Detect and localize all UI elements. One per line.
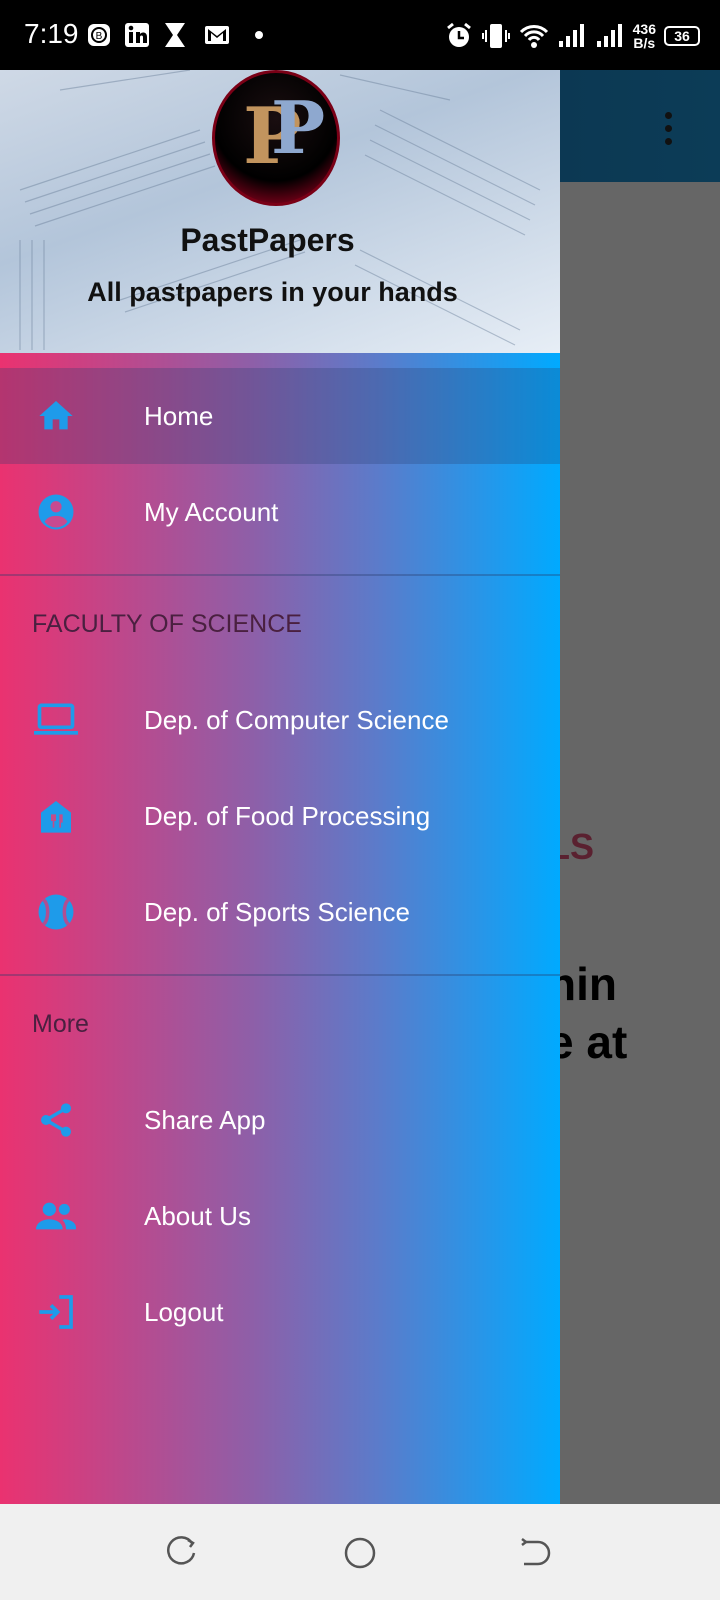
- menu-item-share-app[interactable]: Share App: [0, 1072, 560, 1168]
- menu-item-about-us[interactable]: About Us: [0, 1168, 560, 1264]
- laptop-icon: [34, 698, 78, 742]
- home-button[interactable]: [343, 1536, 377, 1570]
- home-icon: [34, 394, 78, 438]
- drawer-menu: Home My Account FACULTY OF SCIENCE Dep. …: [0, 353, 560, 1360]
- menu-item-label: Home: [144, 400, 214, 431]
- hourglass-icon: [165, 23, 185, 47]
- menu-item-food-processing[interactable]: Dep. of Food Processing: [0, 768, 560, 864]
- system-navigation-bar: [0, 1504, 720, 1600]
- menu-item-sports-science[interactable]: Dep. of Sports Science: [0, 864, 560, 960]
- drawer-header: PP PastPapers All pastpapers in your han…: [0, 70, 560, 353]
- signal-2-icon: [596, 24, 622, 47]
- menu-item-label: Share App: [144, 1104, 266, 1135]
- signal-1-icon: [558, 24, 584, 47]
- share-icon: [34, 1098, 78, 1142]
- gmail-icon: [205, 26, 229, 44]
- menu-item-label: Logout: [144, 1296, 224, 1327]
- people-icon: [34, 1194, 78, 1238]
- menu-item-label: Dep. of Computer Science: [144, 704, 449, 735]
- menu-item-my-account[interactable]: My Account: [0, 464, 560, 560]
- app-logo: PP: [212, 70, 340, 206]
- network-speed-value: 436: [632, 21, 656, 37]
- notification-b-icon: B: [88, 24, 110, 46]
- network-speed-unit: B/s: [633, 35, 656, 51]
- linkedin-icon: [125, 23, 149, 47]
- overflow-menu-icon[interactable]: [665, 112, 673, 148]
- svg-text:B: B: [96, 31, 103, 42]
- menu-item-computer-science[interactable]: Dep. of Computer Science: [0, 672, 560, 768]
- alarm-icon: [446, 22, 471, 47]
- section-header-more: More: [32, 1009, 89, 1038]
- battery-indicator: 36: [664, 26, 700, 46]
- back-button[interactable]: [518, 1536, 552, 1570]
- recents-button[interactable]: [166, 1536, 200, 1570]
- status-time: 7:19: [24, 18, 79, 49]
- menu-item-logout[interactable]: Logout: [0, 1264, 560, 1360]
- menu-item-label: Dep. of Food Processing: [144, 800, 431, 831]
- restaurant-building-icon: [34, 794, 78, 838]
- dot-icon: [255, 31, 263, 39]
- section-header-faculty-of-science: FACULTY OF SCIENCE: [32, 609, 302, 638]
- vibrate-icon: [481, 24, 510, 48]
- status-bar: 7:19 B 436 B/s 36: [0, 0, 720, 70]
- account-circle-icon: [34, 490, 78, 534]
- app-subtitle: All pastpapers in your hands: [87, 277, 458, 307]
- menu-item-label: Dep. of Sports Science: [144, 896, 410, 927]
- login-arrow-icon: [34, 1290, 78, 1334]
- network-speed: 436 B/s: [633, 22, 656, 50]
- wifi-icon: [519, 25, 548, 48]
- menu-item-label: My Account: [144, 496, 279, 527]
- sports-ball-icon: [34, 890, 78, 934]
- menu-item-label: About Us: [144, 1200, 251, 1231]
- status-icons: 436 B/s 36: [445, 14, 700, 58]
- menu-item-home[interactable]: Home: [0, 368, 560, 464]
- navigation-drawer: PP PastPapers All pastpapers in your han…: [0, 70, 560, 1504]
- app-title: PastPapers: [180, 222, 355, 258]
